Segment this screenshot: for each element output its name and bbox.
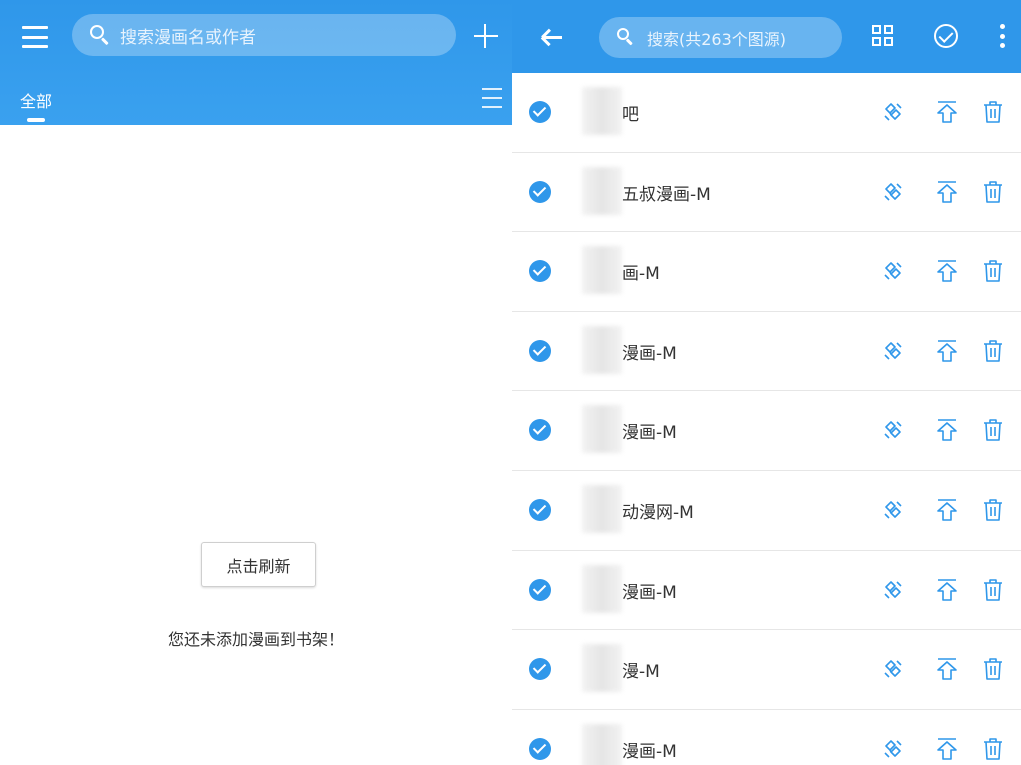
source-name: 画-M [622, 264, 660, 285]
trash-icon[interactable] [982, 737, 1004, 761]
arrow-up-icon[interactable] [936, 578, 958, 602]
source-name: 吧 [622, 105, 639, 125]
blurred-source-image [582, 246, 622, 295]
check-circle-filled-icon[interactable] [529, 737, 551, 760]
source-name: 动漫网-M [622, 502, 694, 523]
source-row[interactable]: 吧 [512, 73, 1021, 153]
blurred-source-image [582, 644, 622, 693]
source-row[interactable]: 漫画-M [512, 311, 1021, 392]
arrow-up-icon[interactable] [936, 418, 958, 442]
blurred-source-image [582, 723, 622, 765]
check-circle-filled-icon[interactable] [529, 180, 551, 203]
edit-icon[interactable] [882, 259, 904, 283]
edit-icon[interactable] [882, 339, 904, 363]
edit-icon[interactable] [882, 498, 904, 522]
tab-indicator [27, 118, 45, 122]
source-list: 吧 五叔漫画-M 画-M 漫画-M 漫画-M 动漫网-M 漫画-M 漫-M 漫画… [512, 73, 1021, 765]
edit-icon[interactable] [882, 180, 904, 204]
arrow-up-icon[interactable] [936, 498, 958, 522]
source-name: 五叔漫画-M [622, 184, 711, 205]
trash-icon[interactable] [982, 339, 1004, 363]
source-row[interactable]: 动漫网-M [512, 470, 1021, 551]
refresh-button[interactable]: 点击刷新 [201, 542, 316, 587]
source-row[interactable]: 漫-M [512, 630, 1021, 710]
arrow-up-icon[interactable] [936, 339, 958, 363]
check-circle-filled-icon[interactable] [529, 498, 551, 521]
check-circle-filled-icon[interactable] [529, 419, 551, 442]
bookshelf-app-bar: 搜索漫画名或作者 全部 [0, 0, 512, 125]
arrow-up-icon[interactable] [936, 100, 958, 124]
edit-icon[interactable] [882, 737, 904, 761]
search-input[interactable]: 搜索漫画名或作者 [72, 14, 456, 56]
source-row[interactable]: 漫画-M [512, 391, 1021, 471]
arrow-up-icon[interactable] [936, 180, 958, 204]
trash-icon[interactable] [982, 259, 1004, 283]
source-name: 漫画-M [622, 741, 677, 762]
search-icon [617, 27, 637, 48]
search-placeholder: 搜索漫画名或作者 [120, 27, 256, 48]
check-circle-icon[interactable] [934, 24, 958, 48]
blurred-source-image [582, 484, 622, 533]
source-app-bar: 搜索(共263个图源) [512, 0, 1021, 73]
tab-all[interactable]: 全部 [20, 88, 52, 112]
arrow-up-icon[interactable] [936, 737, 958, 761]
source-name: 漫画-M [622, 343, 677, 364]
check-circle-filled-icon[interactable] [529, 101, 551, 123]
bookshelf-panel: 搜索漫画名或作者 全部 点击刷新 您还未添加漫画到书架！ [0, 0, 512, 765]
menu-icon[interactable] [22, 26, 48, 48]
blurred-source-image [582, 166, 622, 215]
source-search-placeholder: 搜索(共263个图源) [647, 29, 787, 49]
edit-icon[interactable] [882, 657, 904, 681]
list-icon[interactable] [482, 88, 502, 108]
check-circle-filled-icon[interactable] [529, 658, 551, 681]
edit-icon[interactable] [882, 578, 904, 602]
source-manager-panel: 搜索(共263个图源) 吧 五叔漫画-M 画-M 漫画-M 漫画-M 动漫网-M… [512, 0, 1021, 765]
blurred-source-image [582, 564, 622, 613]
check-circle-filled-icon[interactable] [529, 339, 551, 362]
trash-icon[interactable] [982, 418, 1004, 442]
plus-icon[interactable] [472, 22, 500, 50]
source-row[interactable]: 五叔漫画-M [512, 152, 1021, 233]
blurred-source-image [582, 325, 622, 374]
arrow-up-icon[interactable] [936, 657, 958, 681]
source-row[interactable]: 漫画-M [512, 550, 1021, 631]
arrow-back-icon[interactable] [540, 26, 566, 48]
edit-icon[interactable] [882, 100, 904, 124]
source-search-input[interactable]: 搜索(共263个图源) [599, 17, 842, 58]
blurred-source-image [582, 405, 622, 454]
source-name: 漫-M [622, 662, 660, 683]
trash-icon[interactable] [982, 180, 1004, 204]
grid-icon[interactable] [872, 25, 894, 47]
arrow-up-icon[interactable] [936, 259, 958, 283]
blurred-source-image [582, 87, 622, 135]
source-row[interactable]: 漫画-M [512, 709, 1021, 765]
trash-icon[interactable] [982, 498, 1004, 522]
empty-shelf-message: 您还未添加漫画到书架！ [167, 630, 344, 649]
search-icon [90, 25, 110, 46]
source-name: 漫画-M [622, 423, 677, 444]
source-name: 漫画-M [622, 582, 677, 603]
check-circle-filled-icon[interactable] [529, 578, 551, 601]
edit-icon[interactable] [882, 418, 904, 442]
trash-icon[interactable] [982, 100, 1004, 124]
trash-icon[interactable] [982, 657, 1004, 681]
source-row[interactable]: 画-M [512, 232, 1021, 312]
check-circle-filled-icon[interactable] [529, 260, 551, 283]
more-vert-icon[interactable] [999, 24, 1005, 48]
trash-icon[interactable] [982, 578, 1004, 602]
